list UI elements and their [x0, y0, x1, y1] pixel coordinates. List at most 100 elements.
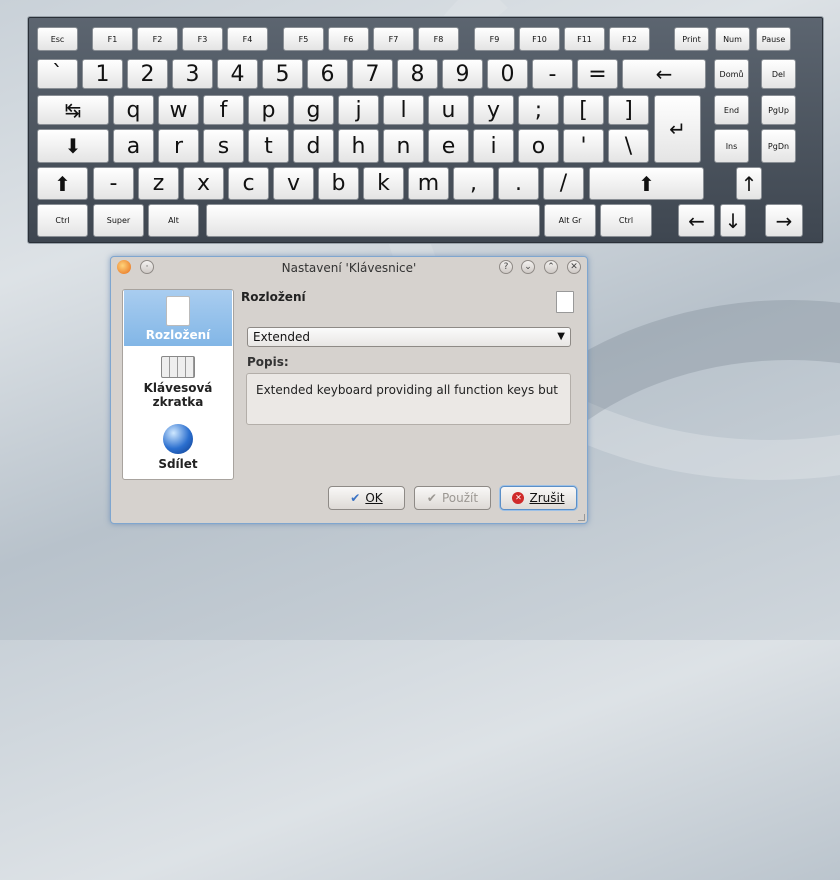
key-f5[interactable]: F5 — [283, 27, 324, 51]
sidebar-item-shortcut[interactable]: Klávesová zkratka — [124, 354, 232, 414]
key-6[interactable]: 6 — [307, 59, 348, 89]
key-;[interactable]: ; — [518, 95, 559, 125]
key-=[interactable]: = — [577, 59, 618, 89]
key-v[interactable]: v — [273, 167, 314, 200]
close-icon[interactable]: ✕ — [567, 260, 581, 274]
ok-button[interactable]: ✔ OK — [328, 486, 405, 510]
help-icon[interactable]: ? — [499, 260, 513, 274]
apply-label: Použít — [441, 491, 479, 505]
key-num[interactable]: Num — [715, 27, 750, 51]
apply-button[interactable]: ✔ Použít — [414, 486, 491, 510]
key-o[interactable]: o — [518, 129, 559, 163]
key-f7[interactable]: F7 — [373, 27, 414, 51]
key-][interactable]: ] — [608, 95, 649, 125]
key-f2[interactable]: F2 — [137, 27, 178, 51]
key-m[interactable]: m — [408, 167, 449, 200]
key-print[interactable]: Print — [674, 27, 709, 51]
key-3[interactable]: 3 — [172, 59, 213, 89]
key-y[interactable]: y — [473, 95, 514, 125]
key-'[interactable]: ' — [563, 129, 604, 163]
minimize-icon[interactable]: ⌄ — [521, 260, 535, 274]
key-0[interactable]: 0 — [487, 59, 528, 89]
key-u[interactable]: u — [428, 95, 469, 125]
key-del[interactable]: Del — [761, 59, 796, 89]
key-arrow-up[interactable]: ↑ — [736, 167, 762, 200]
sidebar-item-share[interactable]: Sdílet — [124, 424, 232, 474]
cancel-button[interactable]: ✕ Zrušit — [500, 486, 577, 510]
key-end[interactable]: End — [714, 95, 749, 125]
key-/[interactable]: / — [543, 167, 584, 200]
key-.[interactable]: . — [498, 167, 539, 200]
key-f1[interactable]: F1 — [92, 27, 133, 51]
key-alt[interactable]: Alt — [148, 204, 199, 237]
key-b[interactable]: b — [318, 167, 359, 200]
key-e[interactable]: e — [428, 129, 469, 163]
key-space[interactable] — [206, 204, 540, 237]
key-k[interactable]: k — [363, 167, 404, 200]
key-5[interactable]: 5 — [262, 59, 303, 89]
key-n[interactable]: n — [383, 129, 424, 163]
resize-grip-icon[interactable] — [578, 514, 585, 521]
key-arrow-down[interactable]: ↓ — [720, 204, 746, 237]
maximize-icon[interactable]: ⌃ — [544, 260, 558, 274]
key-f10[interactable]: F10 — [519, 27, 560, 51]
key-backspace[interactable]: ← — [622, 59, 706, 89]
key-alt-gr[interactable]: Alt Gr — [544, 204, 596, 237]
key-d[interactable]: d — [293, 129, 334, 163]
key-ins[interactable]: Ins — [714, 129, 749, 163]
key-esc[interactable]: Esc — [37, 27, 78, 51]
key-f12[interactable]: F12 — [609, 27, 650, 51]
key-arrow-left[interactable]: ← — [678, 204, 715, 237]
key-z[interactable]: z — [138, 167, 179, 200]
key-[[interactable]: [ — [563, 95, 604, 125]
key-j[interactable]: j — [338, 95, 379, 125]
key-\[interactable]: \ — [608, 129, 649, 163]
key-shift-right[interactable]: ⬆ — [589, 167, 704, 200]
key-9[interactable]: 9 — [442, 59, 483, 89]
key-ctrl[interactable]: Ctrl — [600, 204, 652, 237]
key-tab[interactable]: ↹ — [37, 95, 109, 125]
key-f4[interactable]: F4 — [227, 27, 268, 51]
key--[interactable]: - — [93, 167, 134, 200]
key-i[interactable]: i — [473, 129, 514, 163]
key-ctrl[interactable]: Ctrl — [37, 204, 88, 237]
key-f11[interactable]: F11 — [564, 27, 605, 51]
key-,[interactable]: , — [453, 167, 494, 200]
key-p[interactable]: p — [248, 95, 289, 125]
sidebar-item-label: Klávesová zkratka — [143, 381, 213, 409]
key-f6[interactable]: F6 — [328, 27, 369, 51]
key-2[interactable]: 2 — [127, 59, 168, 89]
key-s[interactable]: s — [203, 129, 244, 163]
sidebar-item-layout[interactable]: Rozložení — [124, 290, 232, 346]
key-caps[interactable]: ⬇ — [37, 129, 109, 163]
key-shift-left[interactable]: ⬆ — [37, 167, 88, 200]
key-g[interactable]: g — [293, 95, 334, 125]
key-4[interactable]: 4 — [217, 59, 258, 89]
layout-select[interactable]: Extended ▼ — [247, 327, 571, 347]
key-r[interactable]: r — [158, 129, 199, 163]
key-pause[interactable]: Pause — [756, 27, 791, 51]
key-f[interactable]: f — [203, 95, 244, 125]
key-`[interactable]: ` — [37, 59, 78, 89]
key-f8[interactable]: F8 — [418, 27, 459, 51]
key-l[interactable]: l — [383, 95, 424, 125]
key-c[interactable]: c — [228, 167, 269, 200]
key-arrow-right[interactable]: → — [765, 204, 803, 237]
key-h[interactable]: h — [338, 129, 379, 163]
key-q[interactable]: q — [113, 95, 154, 125]
key-x[interactable]: x — [183, 167, 224, 200]
key-f3[interactable]: F3 — [182, 27, 223, 51]
key-f9[interactable]: F9 — [474, 27, 515, 51]
key-t[interactable]: t — [248, 129, 289, 163]
key-enter[interactable]: ↵ — [654, 95, 701, 163]
key-w[interactable]: w — [158, 95, 199, 125]
key-domů[interactable]: Domů — [714, 59, 749, 89]
key-pgup[interactable]: PgUp — [761, 95, 796, 125]
key-pgdn[interactable]: PgDn — [761, 129, 796, 163]
key-super[interactable]: Super — [93, 204, 144, 237]
key-1[interactable]: 1 — [82, 59, 123, 89]
key--[interactable]: - — [532, 59, 573, 89]
key-a[interactable]: a — [113, 129, 154, 163]
key-8[interactable]: 8 — [397, 59, 438, 89]
key-7[interactable]: 7 — [352, 59, 393, 89]
